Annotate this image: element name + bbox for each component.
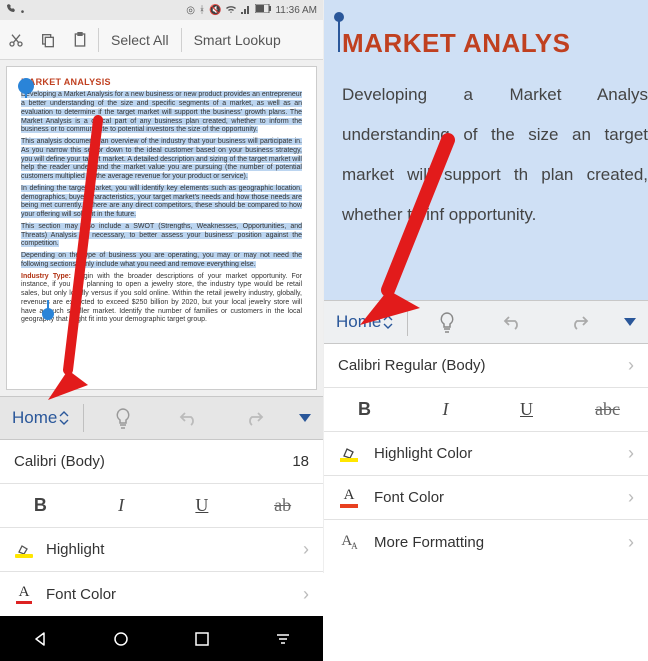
text-style-row: B I U abc <box>324 388 648 432</box>
location-icon: ◎ <box>186 5 195 16</box>
undo-button[interactable] <box>156 410 222 426</box>
ribbon-switcher-icon <box>59 411 69 425</box>
phone-icon: • <box>6 3 24 18</box>
font-name-label: Calibri Regular (Body) <box>338 357 486 374</box>
wifi-icon <box>225 4 237 17</box>
font-color-row[interactable]: A Font Color › <box>324 476 648 520</box>
doc-p2: This analysis documents an overview of t… <box>21 138 302 180</box>
redo-button[interactable] <box>221 410 287 426</box>
text-style-row: B I U ab <box>0 484 323 528</box>
more-formatting-row[interactable]: AA More Formatting › <box>324 520 648 564</box>
font-color-label: Font Color <box>374 489 444 506</box>
status-time: 11:36 AM <box>275 5 317 16</box>
italic-button[interactable]: I <box>405 388 486 432</box>
doc-p4b: Depending on the type of business you ar… <box>21 252 302 268</box>
font-size-value: 18 <box>292 453 309 470</box>
ribbon-tab-home[interactable]: Home <box>0 408 77 428</box>
collapse-ribbon-button[interactable] <box>612 318 648 326</box>
highlight-row[interactable]: Highlight › <box>0 528 323 572</box>
selection-handle-end[interactable] <box>40 300 56 320</box>
status-bar: • ◎ ᚼ 🔇 11:36 AM <box>0 0 323 20</box>
doc-p5-label: Industry Type: <box>21 273 71 280</box>
signal-icon <box>241 4 251 17</box>
doc-title-zoom: MARKET ANALYS <box>342 28 648 59</box>
doc-p4a: This section may also include a SWOT (St… <box>21 223 302 248</box>
highlight-color-label: Highlight Color <box>374 445 472 462</box>
nav-home-button[interactable] <box>106 624 136 654</box>
tell-me-button[interactable] <box>414 311 480 333</box>
doc-p5: Begin with the broader descriptions of y… <box>21 273 302 324</box>
bold-button[interactable]: B <box>0 484 81 528</box>
font-picker-row[interactable]: Calibri Regular (Body) › <box>324 344 648 388</box>
nav-back-button[interactable] <box>25 624 55 654</box>
font-color-label: Font Color <box>46 586 116 603</box>
chevron-right-icon: › <box>628 487 634 508</box>
document-area-zoom[interactable]: MARKET ANALYS Developing a Market Analys… <box>324 0 648 300</box>
highlight-color-icon <box>338 445 360 462</box>
bluetooth-icon: ᚼ <box>199 5 205 16</box>
redo-button[interactable] <box>546 314 612 330</box>
more-formatting-label: More Formatting <box>374 534 484 551</box>
chevron-right-icon: › <box>628 532 634 553</box>
highlight-label: Highlight <box>46 541 104 558</box>
chevron-right-icon: › <box>303 539 309 560</box>
highlight-icon <box>14 542 34 558</box>
doc-p3: In defining the target market, you will … <box>21 185 302 218</box>
underline-button[interactable]: U <box>486 388 567 432</box>
nav-recent-button[interactable] <box>187 624 217 654</box>
smart-lookup-button[interactable]: Smart Lookup <box>184 32 291 48</box>
battery-icon <box>255 4 271 16</box>
ribbon-home-label: Home <box>336 312 381 332</box>
ribbon-tab-home[interactable]: Home <box>324 312 401 332</box>
strikethrough-button[interactable]: abc <box>567 388 648 432</box>
font-name-label: Calibri (Body) <box>14 453 105 470</box>
document-area[interactable]: MARKET ANALYSIS Developing a Market Anal… <box>0 60 323 396</box>
ribbon-bar: Home <box>324 300 648 344</box>
select-all-button[interactable]: Select All <box>101 32 179 48</box>
document-page[interactable]: MARKET ANALYSIS Developing a Market Anal… <box>6 66 317 390</box>
doc-title: MARKET ANALYSIS <box>21 77 302 88</box>
strikethrough-button[interactable]: ab <box>242 484 323 528</box>
tell-me-button[interactable] <box>90 407 156 429</box>
copy-button[interactable] <box>32 24 64 56</box>
ribbon-bar: Home <box>0 396 323 440</box>
bold-button[interactable]: B <box>324 388 405 432</box>
document-page-zoom[interactable]: MARKET ANALYS Developing a Market Analys… <box>324 0 648 300</box>
android-navbar <box>0 616 323 661</box>
doc-body-zoom: Developing a Market Analys understanding… <box>342 75 648 235</box>
more-formatting-icon: AA <box>338 533 360 551</box>
chevron-right-icon: › <box>303 584 309 605</box>
collapse-ribbon-button[interactable] <box>287 414 323 422</box>
nav-menu-button[interactable] <box>268 624 298 654</box>
highlight-color-row[interactable]: Highlight Color › <box>324 432 648 476</box>
underline-button[interactable]: U <box>162 484 243 528</box>
font-color-row[interactable]: A Font Color › <box>0 572 323 616</box>
ribbon-home-label: Home <box>12 408 57 428</box>
chevron-right-icon: › <box>628 443 634 464</box>
context-toolbar: Select All Smart Lookup <box>0 20 323 60</box>
mute-icon: 🔇 <box>209 5 221 16</box>
paste-button[interactable] <box>64 24 96 56</box>
text-cursor[interactable] <box>338 18 340 52</box>
font-picker-row[interactable]: Calibri (Body) 18 <box>0 440 323 484</box>
cut-button[interactable] <box>0 24 32 56</box>
chevron-right-icon: › <box>628 355 634 376</box>
selection-handle-start[interactable] <box>18 78 34 98</box>
italic-button[interactable]: I <box>81 484 162 528</box>
doc-p1: Developing a Market Analysis for a new b… <box>21 91 302 133</box>
font-color-icon: A <box>338 487 360 508</box>
font-color-icon: A <box>14 584 34 604</box>
ribbon-switcher-icon <box>383 315 393 329</box>
undo-button[interactable] <box>480 314 546 330</box>
